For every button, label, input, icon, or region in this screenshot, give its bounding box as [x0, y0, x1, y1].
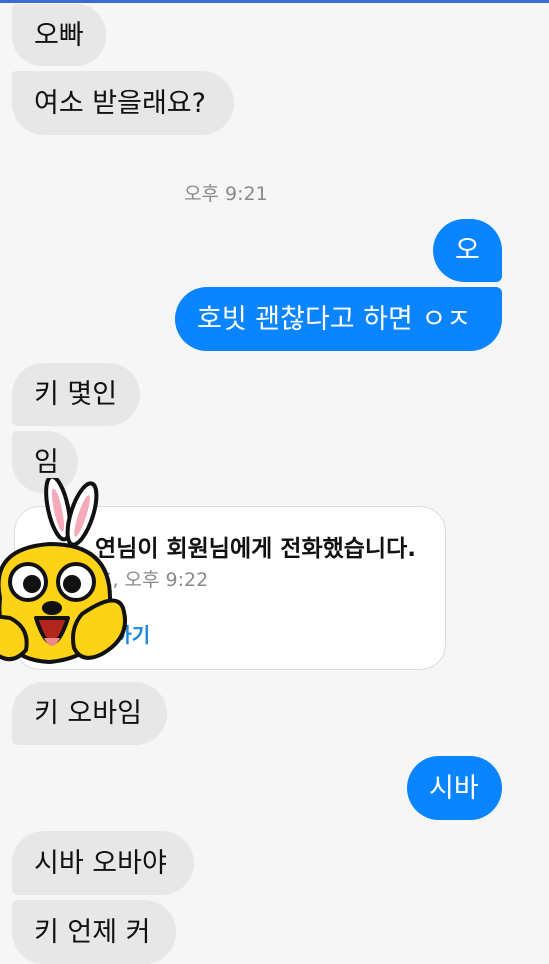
top-accent-line — [0, 0, 549, 3]
message-bubble-outgoing[interactable]: 시바 — [407, 756, 502, 820]
message-bubble-incoming[interactable]: 키 언제 커 — [12, 900, 176, 964]
message-text: 키 언제 커 — [34, 916, 151, 948]
message-bubble-incoming[interactable]: 시바 오바야 — [12, 831, 194, 895]
message-text: 키 오바임 — [34, 698, 142, 729]
message-bubble-incoming[interactable]: 키 오바임 — [12, 682, 167, 745]
message-text: 호빗 괜찮다고 하면 ㅇㅈ — [197, 303, 472, 335]
message-text: 여소 받을래요? — [34, 87, 206, 119]
message-timestamp: 오후 9:21 — [184, 183, 268, 205]
message-bubble-incoming[interactable]: 키 몇인 — [12, 363, 140, 426]
rabbit-sticker-icon — [0, 478, 127, 664]
message-bubble-incoming[interactable]: 오빠 — [12, 4, 106, 66]
message-bubble-incoming[interactable]: 여소 받을래요? — [12, 71, 234, 135]
message-bubble-outgoing[interactable]: 오 — [433, 219, 502, 282]
message-text: 오 — [455, 235, 480, 266]
message-text: 시바 — [429, 772, 479, 804]
message-text: 오빠 — [34, 19, 84, 51]
message-text: 키 몇인 — [34, 379, 118, 410]
message-bubble-outgoing[interactable]: 호빗 괜찮다고 하면 ㅇㅈ — [175, 287, 502, 351]
call-notification-text: 연님이 회원님에게 전화했습니다. — [95, 536, 416, 562]
message-text: 시바 오바야 — [34, 847, 167, 879]
message-text: 임 — [34, 446, 59, 478]
